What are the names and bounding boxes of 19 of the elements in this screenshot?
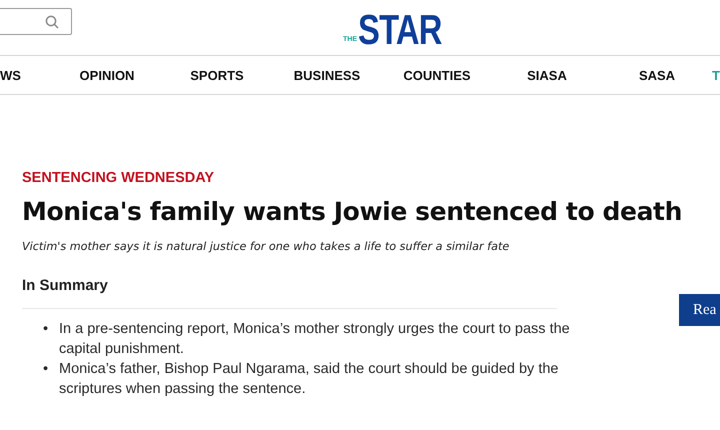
nav-link[interactable]: BUSINESS [272, 68, 382, 82]
headline: Monica's family wants Jowie sentenced to death [22, 196, 683, 228]
standfirst: Victim's mother says it is natural justice for one who takes a life to suffer a similar fate [22, 240, 510, 253]
search-field[interactable] [0, 8, 72, 35]
nav-link[interactable]: SASA [602, 68, 712, 82]
summary-heading: In Summary [22, 277, 557, 309]
search-icon [45, 14, 59, 28]
nav-link[interactable]: COUNTIES [382, 68, 492, 82]
read-button[interactable]: Rea [679, 294, 720, 326]
logo[interactable]: STAR [358, 10, 442, 50]
category-label: SENTENCING WEDNESDAY [22, 170, 216, 186]
nav-link[interactable]: WS [0, 68, 52, 82]
bullet-marker: • [43, 360, 50, 379]
summary-point: Monica’s father, Bishop Paul Ngarama, said the court should be guided by the scriptures when passing the sentence. [59, 360, 560, 399]
bullet-marker: • [43, 320, 50, 339]
nav-link[interactable]: SPORTS [162, 68, 272, 82]
nav-link[interactable]: SIASA [492, 68, 602, 82]
nav-link[interactable]: OPINION [52, 68, 162, 82]
summary-point: In a pre-sentencing report, Monica’s mother strongly urges the court to pass the capital punishment. [59, 320, 571, 359]
